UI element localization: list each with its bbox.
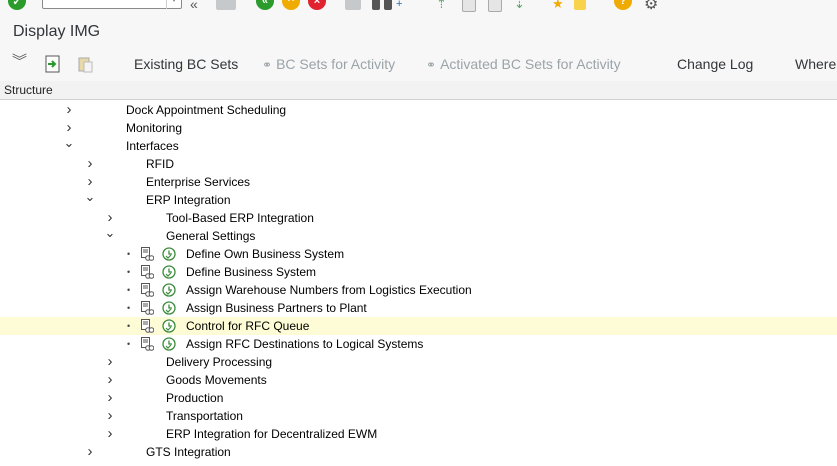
glasses-icon: ⚭ bbox=[262, 58, 273, 72]
tree-row[interactable]: ⌄ General Settings bbox=[0, 226, 837, 245]
tree-node-label[interactable]: ERP Integration bbox=[146, 193, 231, 207]
chevron-down-icon[interactable]: ⌄ bbox=[84, 190, 96, 209]
save-icon[interactable] bbox=[216, 0, 236, 10]
chevron-right-icon[interactable]: › bbox=[104, 389, 116, 407]
tree-row[interactable]: › Monitoring bbox=[0, 119, 837, 137]
command-field-dropdown-icon[interactable]: ▾ bbox=[166, 0, 181, 9]
tree-node-label[interactable]: Goods Movements bbox=[166, 373, 267, 387]
tree-node-label[interactable]: Enterprise Services bbox=[146, 175, 250, 189]
cancel-icon[interactable]: × bbox=[308, 0, 326, 10]
title-bar: Display IMG bbox=[0, 14, 837, 48]
chevron-right-icon[interactable]: › bbox=[104, 353, 116, 371]
activated-bc-sets-label: Activated BC Sets for Activity bbox=[440, 56, 621, 72]
chevron-right-icon[interactable]: › bbox=[84, 443, 96, 461]
chevron-right-icon[interactable]: › bbox=[104, 425, 116, 443]
tree-node-label[interactable]: Monitoring bbox=[126, 121, 182, 135]
tree-row[interactable]: • Assign RFC Destinations to Logical Syst… bbox=[0, 335, 837, 353]
tree-row[interactable]: • Define Own Business System bbox=[0, 245, 837, 263]
tree-node-label[interactable]: ERP Integration for Decentralized EWM bbox=[166, 427, 377, 441]
tree-node-label[interactable]: Transportation bbox=[166, 409, 243, 423]
structure-header-label: Structure bbox=[4, 83, 53, 97]
existing-bc-sets-button[interactable]: Existing BC Sets bbox=[134, 56, 238, 72]
bullet-icon: • bbox=[127, 267, 131, 277]
bullet-icon: • bbox=[127, 339, 131, 349]
chevron-right-icon[interactable]: › bbox=[63, 101, 75, 119]
help-icon[interactable]: ? bbox=[614, 0, 632, 10]
back-icon[interactable]: « bbox=[256, 0, 274, 10]
tree-row[interactable]: › Tool-Based ERP Integration bbox=[0, 209, 837, 227]
tree-node-label[interactable]: Define Own Business System bbox=[186, 247, 344, 261]
system-toolbar: ✓ ▾ « « ^ × + ⇡ ⇣ ★ ? ⚙ bbox=[0, 0, 837, 14]
chevron-right-icon[interactable]: › bbox=[104, 407, 116, 425]
tree-row[interactable]: • Assign Business Partners to Plant bbox=[0, 299, 837, 317]
tree-node-label[interactable]: Assign Business Partners to Plant bbox=[186, 301, 367, 315]
exit-icon[interactable]: ^ bbox=[282, 0, 300, 10]
tree-node-label[interactable]: GTS Integration bbox=[146, 445, 231, 459]
tree-row[interactable]: › GTS Integration bbox=[0, 443, 837, 461]
last-page-icon[interactable]: ⇣ bbox=[514, 0, 525, 12]
tree-node-label[interactable]: Interfaces bbox=[126, 139, 179, 153]
tree-row[interactable]: › Delivery Processing bbox=[0, 353, 837, 371]
tree-node-label[interactable]: General Settings bbox=[166, 229, 255, 243]
tree-row[interactable]: › RFID bbox=[0, 155, 837, 173]
bullet-icon: • bbox=[127, 303, 131, 313]
tree-node-label[interactable]: Delivery Processing bbox=[166, 355, 272, 369]
first-page-icon[interactable]: ⇡ bbox=[436, 0, 447, 12]
new-session-icon[interactable] bbox=[574, 0, 586, 10]
history-back-icon[interactable]: « bbox=[190, 0, 198, 12]
tree-node-label[interactable]: Define Business System bbox=[186, 265, 316, 279]
application-toolbar: ︾ Existing BC Sets ⚭ BC Sets for Activity… bbox=[0, 47, 837, 82]
chevron-right-icon[interactable]: › bbox=[104, 371, 116, 389]
tree-node-label[interactable]: Control for RFC Queue bbox=[186, 319, 309, 333]
paste-icon[interactable] bbox=[76, 55, 94, 78]
chevron-down-icon[interactable]: ⌄ bbox=[63, 136, 75, 155]
bullet-icon: • bbox=[127, 321, 131, 331]
glasses-icon: ⚭ bbox=[426, 58, 437, 72]
tree-row[interactable]: • Assign Warehouse Numbers from Logistics… bbox=[0, 281, 837, 299]
img-structure-tree: › Dock Appointment Scheduling › Monitoring ⌄… bbox=[0, 100, 837, 466]
create-shortcut-icon[interactable]: ★ bbox=[552, 0, 564, 12]
bc-sets-for-activity-button[interactable]: ⚭ BC Sets for Activity bbox=[262, 56, 395, 72]
chevron-right-icon[interactable]: › bbox=[84, 155, 96, 173]
page-title: Display IMG bbox=[13, 23, 101, 40]
bullet-icon: • bbox=[127, 285, 131, 295]
tree-row[interactable]: ⌄ ERP Integration bbox=[0, 190, 837, 209]
chevron-down-icon[interactable]: ⌄ bbox=[104, 226, 116, 245]
expand-all-icon[interactable]: ︾ bbox=[12, 54, 27, 69]
tree-node-label[interactable]: Tool-Based ERP Integration bbox=[166, 211, 314, 225]
tree-row[interactable]: ⌄ Interfaces bbox=[0, 136, 837, 155]
tree-row[interactable]: › Transportation bbox=[0, 407, 837, 425]
command-field[interactable] bbox=[42, 0, 182, 9]
change-log-button[interactable]: Change Log bbox=[677, 56, 753, 72]
tree-row[interactable]: • Control for RFC Queue bbox=[0, 317, 837, 335]
structure-header: Structure bbox=[0, 81, 837, 100]
bullet-icon: • bbox=[127, 249, 131, 259]
tree-row[interactable]: › Dock Appointment Scheduling bbox=[0, 101, 837, 119]
tree-row[interactable]: › Production bbox=[0, 389, 837, 407]
find-icon[interactable]: + bbox=[372, 0, 406, 12]
activated-bc-sets-button[interactable]: ⚭ Activated BC Sets for Activity bbox=[426, 56, 621, 72]
enter-icon[interactable]: ✓ bbox=[8, 0, 26, 10]
next-page-icon[interactable] bbox=[488, 0, 502, 12]
tree-row[interactable]: › Goods Movements bbox=[0, 371, 837, 389]
tree-row[interactable]: › Enterprise Services bbox=[0, 173, 837, 191]
execute-icon[interactable] bbox=[44, 55, 62, 78]
tree-node-label[interactable]: RFID bbox=[146, 157, 174, 171]
tree-node-label[interactable]: Assign RFC Destinations to Logical Syste… bbox=[186, 337, 423, 351]
tree-row[interactable]: › ERP Integration for Decentralized EWM bbox=[0, 425, 837, 443]
tree-node-label[interactable]: Dock Appointment Scheduling bbox=[126, 103, 286, 117]
print-icon[interactable] bbox=[345, 0, 361, 10]
previous-page-icon[interactable] bbox=[462, 0, 476, 12]
where-used-button[interactable]: Where bbox=[795, 56, 836, 72]
tree-node-label[interactable]: Assign Warehouse Numbers from Logistics … bbox=[186, 283, 472, 297]
bc-sets-for-activity-label: BC Sets for Activity bbox=[276, 56, 396, 72]
tree-node-label[interactable]: Production bbox=[166, 391, 223, 405]
tree-row[interactable]: • Define Business System bbox=[0, 263, 837, 281]
settings-icon[interactable]: ⚙ bbox=[644, 0, 658, 14]
